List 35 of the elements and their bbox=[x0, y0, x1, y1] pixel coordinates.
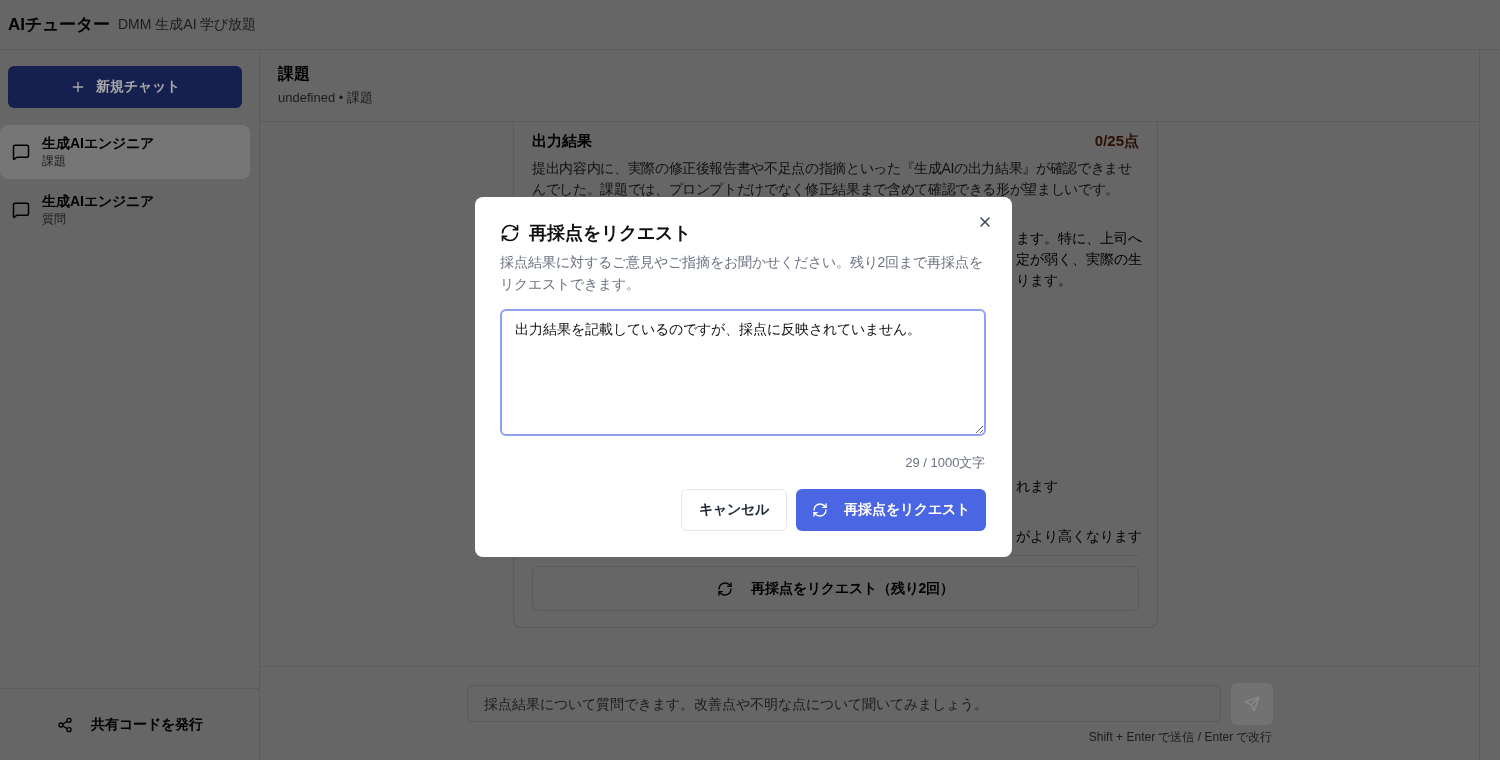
send-icon bbox=[1243, 696, 1260, 712]
chat-list-item[interactable]: 生成AIエンジニア 質問 bbox=[0, 183, 250, 237]
submit-button[interactable]: 再採点をリクエスト bbox=[795, 489, 986, 531]
cancel-button[interactable]: キャンセル bbox=[680, 489, 787, 531]
dialog-description: 採点結果に対するご意見やご指摘をお聞かせください。残り2回まで再採点をリクエストできます。 bbox=[499, 253, 985, 294]
feedback-field[interactable]: 出力結果を記載しているのですが、採点に反映されていません。 bbox=[499, 309, 986, 436]
app-subtitle: DMM 生成AI 学び放題 bbox=[118, 15, 257, 34]
chat-subtitle: 質問 bbox=[42, 210, 67, 228]
chat-title: 生成AIエンジニア bbox=[42, 192, 154, 211]
regrade-request-button[interactable]: 再採点をリクエスト（残り2回） bbox=[532, 566, 1139, 611]
character-counter: 29 / 1000文字 bbox=[905, 454, 986, 472]
text-line: ります。 bbox=[1016, 271, 1073, 290]
chat-bubble-icon bbox=[12, 201, 30, 219]
refresh-icon bbox=[811, 502, 828, 518]
input-hint: Shift + Enter で送信 / Enter で改行 bbox=[1087, 729, 1273, 746]
chat-input[interactable]: 採点結果について質問できます。改善点や不明な点について聞いてみましょう。 bbox=[466, 685, 1221, 722]
dialog-title: 再採点をリクエスト bbox=[528, 222, 691, 245]
section-title: 出力結果 bbox=[532, 131, 592, 151]
chat-subtitle: 課題 bbox=[42, 152, 67, 170]
page-meta: undefined • 課題 bbox=[278, 89, 374, 107]
chat-bubble-icon bbox=[12, 143, 30, 161]
score: 0/25点 bbox=[1094, 131, 1139, 151]
app-title: AIチューター bbox=[8, 14, 110, 36]
page-title: 課題 bbox=[278, 64, 311, 84]
new-chat-button[interactable]: 新規チャット bbox=[8, 66, 242, 108]
share-icon bbox=[56, 716, 73, 733]
refresh-icon bbox=[499, 223, 520, 243]
text-line: がより高くなります bbox=[1016, 527, 1139, 546]
feedback-text: 提出内容内に、実際の修正後報告書や不足点の指摘といった『生成AIの出力結果』が確認できませんでした。課題では、プロンプトだけでなく修正結果まで含めて確認できる形が望ましいです。 bbox=[532, 159, 1133, 199]
refresh-icon bbox=[716, 580, 733, 597]
text-line: れます bbox=[1016, 477, 1059, 496]
chat-title: 生成AIエンジニア bbox=[42, 134, 154, 153]
share-code-button[interactable]: 共有コードを発行 bbox=[50, 714, 209, 735]
chat-list-item[interactable]: 生成AIエンジニア 課題 bbox=[0, 125, 250, 179]
plus-icon bbox=[70, 79, 86, 95]
